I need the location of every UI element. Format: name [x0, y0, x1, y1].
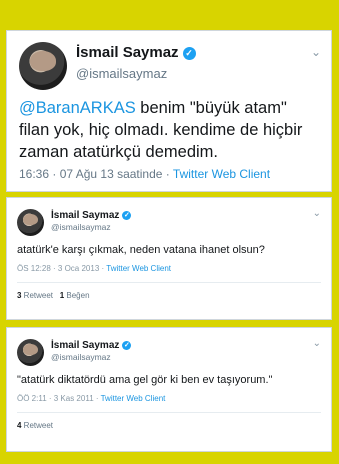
author-name-text[interactable]: İsmail Saymaz	[51, 340, 119, 351]
tweet-card: İsmail Saymaz ✓ @ismailsaymaz ⌄ @BaranARK…	[6, 30, 332, 192]
verified-badge-icon: ✓	[182, 46, 196, 60]
author-name[interactable]: İsmail Saymaz ✓	[76, 44, 196, 61]
avatar[interactable]	[17, 209, 44, 236]
author-name[interactable]: İsmail Saymaz ✓	[51, 210, 132, 221]
tweet-timestamp[interactable]: ÖÖ 2:11 · 3 Kas 2011 ·	[17, 394, 101, 403]
author-handle[interactable]: @ismailsaymaz	[51, 222, 111, 232]
verified-badge-icon: ✓	[122, 340, 132, 350]
divider	[17, 412, 321, 413]
chevron-down-icon[interactable]: ⌄	[313, 338, 321, 349]
tweet-meta: 16:36 · 07 Ağu 13 saatinde · Twitter Web…	[19, 167, 270, 181]
tweet-text: "atatürk diktatördü ama gel gör ki ben e…	[17, 374, 273, 386]
divider	[17, 282, 321, 283]
author-name[interactable]: İsmail Saymaz ✓	[51, 340, 132, 351]
author-handle[interactable]: @ismailsaymaz	[51, 352, 111, 362]
chevron-down-icon[interactable]: ⌄	[311, 45, 321, 59]
chevron-down-icon[interactable]: ⌄	[313, 208, 321, 219]
client-link[interactable]: Twitter Web Client	[106, 264, 171, 273]
avatar[interactable]	[17, 339, 44, 366]
tweet-text: atatürk'e karşı çıkmak, neden vatana iha…	[17, 244, 265, 256]
tweet-meta: ÖÖ 2:11 · 3 Kas 2011 · Twitter Web Clien…	[17, 394, 165, 403]
tweet-meta: ÖS 12:28 · 3 Oca 2013 · Twitter Web Clie…	[17, 264, 171, 273]
retweet-count[interactable]: 3 Retweet	[17, 291, 53, 300]
like-count[interactable]: 1 Beğen	[60, 291, 90, 300]
tweet-card: İsmail Saymaz ✓ @ismailsaymaz ⌄ atatürk'e…	[6, 197, 332, 320]
client-link[interactable]: Twitter Web Client	[173, 167, 270, 181]
tweet-text: @BaranARKAS benim "büyük atam" filan yok…	[19, 97, 319, 163]
tweet-timestamp[interactable]: ÖS 12:28 · 3 Oca 2013 ·	[17, 264, 106, 273]
retweet-count[interactable]: 4 Retweet	[17, 421, 53, 430]
verified-badge-icon: ✓	[122, 210, 132, 220]
mention-link[interactable]: @BaranARKAS	[19, 99, 136, 117]
author-name-text[interactable]: İsmail Saymaz	[51, 210, 119, 221]
author-name-text[interactable]: İsmail Saymaz	[76, 44, 179, 61]
client-link[interactable]: Twitter Web Client	[101, 394, 166, 403]
tweet-stats: 4 Retweet	[17, 421, 53, 430]
tweet-card: İsmail Saymaz ✓ @ismailsaymaz ⌄ "atatürk …	[6, 327, 332, 452]
author-handle[interactable]: @ismailsaymaz	[76, 66, 167, 81]
avatar[interactable]	[19, 42, 67, 90]
tweet-timestamp[interactable]: 16:36 · 07 Ağu 13 saatinde ·	[19, 167, 173, 181]
tweet-stats: 3 Retweet 1 Beğen	[17, 291, 90, 300]
